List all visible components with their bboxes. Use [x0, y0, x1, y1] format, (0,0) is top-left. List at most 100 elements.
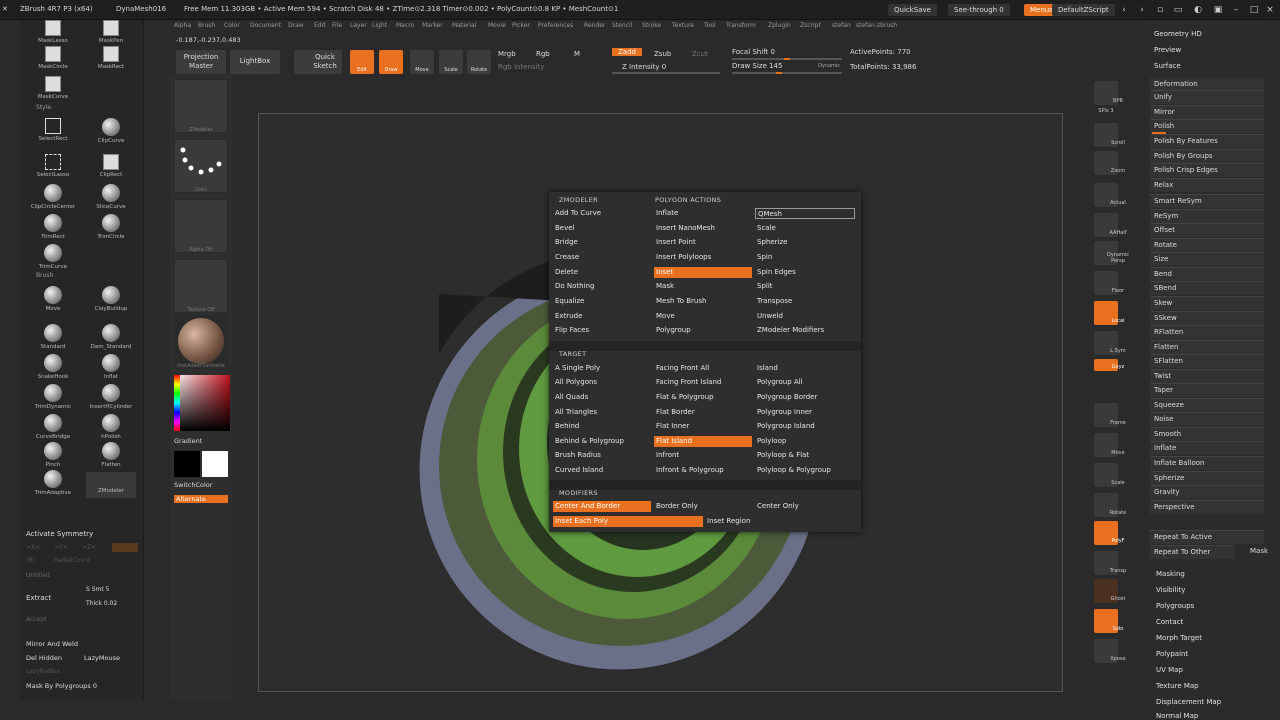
deform-gravity[interactable]: Gravity	[1150, 485, 1264, 499]
action-spin[interactable]: Spin	[755, 252, 772, 263]
action-extrude[interactable]: Extrude	[553, 311, 582, 322]
brush-snakehook[interactable]: SnakeHook	[28, 354, 78, 380]
menu-stefan-zbrush[interactable]: stefan-zbrush	[856, 22, 897, 29]
action-delete[interactable]: Delete	[553, 267, 578, 278]
symmetry-z-button[interactable]: >Z<	[82, 544, 96, 551]
quick-sketch-button[interactable]: Quick Sketch	[294, 50, 342, 74]
deform-sbend[interactable]: SBend	[1150, 281, 1264, 295]
deform-smooth[interactable]: Smooth	[1150, 427, 1264, 441]
edit-button[interactable]: Edit	[350, 50, 374, 74]
brush-pinch[interactable]: Pinch	[28, 442, 78, 468]
deform-polish-crisp-edges[interactable]: Polish Crisp Edges	[1150, 163, 1264, 177]
draw-size-slider[interactable]: Draw Size 145	[732, 62, 782, 70]
thick-slider[interactable]: Thick 0.02	[86, 600, 117, 607]
lightbox-button[interactable]: LightBox	[230, 50, 280, 74]
deform-inflate-balloon[interactable]: Inflate Balloon	[1150, 456, 1264, 470]
repeat-to-other-button[interactable]: Repeat To Other	[1150, 545, 1234, 559]
action-insert-polyloops[interactable]: Insert Polyloops	[654, 252, 711, 263]
spix-slider[interactable]: SPix 3	[1094, 108, 1118, 114]
alternate-button[interactable]: Alternate	[174, 495, 228, 503]
deform-rotate[interactable]: Rotate	[1150, 238, 1264, 252]
brush-clipcurve[interactable]: ClipCurve	[86, 118, 136, 144]
zoom-button[interactable]: Zoom	[1094, 151, 1125, 175]
brush-flatten[interactable]: Flatten	[86, 442, 136, 468]
menu-texture[interactable]: Texture	[672, 22, 694, 29]
normal-map-section[interactable]: Normal Map	[1156, 712, 1198, 720]
material-thumbnail[interactable]: matAdamTurntable	[174, 315, 228, 369]
brush-masklasso[interactable]: MaskLasso	[28, 20, 78, 44]
modifier-center-and-border[interactable]: Center And Border	[553, 501, 651, 512]
menu-marker[interactable]: Marker	[422, 22, 443, 29]
target-a-single-poly[interactable]: A Single Poly	[553, 363, 600, 374]
zmodeler-brush-thumbnail[interactable]: ZModeler	[174, 79, 228, 133]
deform-polish-by-groups[interactable]: Polish By Groups	[1150, 149, 1264, 163]
menu-transform[interactable]: Transform	[726, 22, 756, 29]
half-icon[interactable]: ◐	[1192, 4, 1204, 16]
menu-stefan[interactable]: stefan	[832, 22, 851, 29]
ghost-button[interactable]: Ghost	[1094, 579, 1125, 603]
lsym-button[interactable]: L.Sym	[1094, 331, 1126, 355]
rgb-intensity-slider[interactable]: Rgb Intensity	[498, 63, 544, 71]
target-flat-polygroup[interactable]: Flat & Polygroup	[654, 392, 714, 403]
action-spherize[interactable]: Spherize	[755, 237, 787, 248]
close-icon[interactable]: ×	[1264, 4, 1276, 16]
brush-cliprect[interactable]: ClipRect	[86, 154, 136, 178]
action-unweld[interactable]: Unweld	[755, 311, 783, 322]
action-inflate[interactable]: Inflate	[654, 208, 678, 219]
menu-movie[interactable]: Movie	[488, 22, 506, 29]
brush-dam-standard[interactable]: Dam_Standard	[86, 324, 136, 350]
masking-section[interactable]: Masking	[1156, 570, 1185, 578]
radial-count-slider[interactable]: RadialCount	[54, 557, 90, 564]
scale-view-button[interactable]: Scale	[1094, 463, 1125, 487]
texture-thumbnail[interactable]: Texture Off	[174, 259, 228, 313]
target-facing-front-all[interactable]: Facing Front All	[654, 363, 709, 374]
save-icon[interactable]: ▣	[1212, 4, 1224, 16]
secondary-color-swatch[interactable]	[174, 451, 200, 477]
deform-mirror[interactable]: Mirror	[1150, 105, 1264, 119]
deform-inflate[interactable]: Inflate	[1150, 441, 1264, 455]
menu-material[interactable]: Material	[452, 22, 476, 29]
symmetry-x-button[interactable]: >X<	[26, 544, 40, 551]
lazymouse-button[interactable]: LazyMouse	[84, 654, 120, 662]
deform-size[interactable]: Size	[1150, 252, 1264, 266]
brush-maskcurve[interactable]: MaskCurve	[28, 76, 78, 100]
deform-noise[interactable]: Noise	[1150, 412, 1264, 426]
brush-inserthcylinder[interactable]: InsertHCylinder	[86, 384, 136, 410]
modifier-inset-each-poly[interactable]: Inset Each Poly	[553, 516, 703, 527]
deform-twist[interactable]: Twist	[1150, 369, 1264, 383]
menu-stroke[interactable]: Stroke	[642, 22, 661, 29]
action-insert-point[interactable]: Insert Point	[654, 237, 696, 248]
brush-inflat[interactable]: Inflat	[86, 354, 136, 380]
xpose-button[interactable]: Xpose	[1094, 639, 1126, 663]
menu-light[interactable]: Light	[372, 22, 387, 29]
menu-picker[interactable]: Picker	[512, 22, 530, 29]
deform-unify[interactable]: Unify	[1150, 90, 1264, 104]
scale-button[interactable]: Scale	[439, 50, 463, 74]
visibility-section[interactable]: Visibility	[1156, 586, 1185, 594]
brush-slicecurve[interactable]: SliceCurve	[86, 184, 136, 210]
target-infront-polygroup[interactable]: Infront & Polygroup	[654, 465, 724, 476]
surface-button[interactable]: Surface	[1154, 62, 1181, 70]
menu-file[interactable]: File	[332, 22, 342, 29]
scroll-button[interactable]: Scroll	[1094, 123, 1125, 147]
action-split[interactable]: Split	[755, 281, 773, 292]
target-facing-front-island[interactable]: Facing Front Island	[654, 377, 721, 388]
action-move[interactable]: Move	[654, 311, 675, 322]
modifier-border-only[interactable]: Border Only	[654, 501, 698, 512]
menu-brush[interactable]: Brush	[198, 22, 215, 29]
texture-map-section[interactable]: Texture Map	[1156, 682, 1199, 690]
brush-maskpen[interactable]: MaskPen	[86, 20, 136, 44]
maximize-icon[interactable]: □	[1248, 4, 1260, 16]
brush-claybuildup[interactable]: ClayBuildup	[86, 286, 136, 312]
switchcolor-button[interactable]: SwitchColor	[174, 481, 212, 489]
symmetry-y-button[interactable]: >Y<	[54, 544, 68, 551]
menu-layer[interactable]: Layer	[350, 22, 367, 29]
action-transpose[interactable]: Transpose	[755, 296, 792, 307]
z-intensity-slider[interactable]: Z Intensity 0	[622, 63, 666, 71]
deform-polish-by-features[interactable]: Polish By Features	[1150, 134, 1264, 148]
deform-sskew[interactable]: SSkew	[1150, 311, 1264, 325]
target-flat-island[interactable]: Flat Island	[654, 436, 752, 447]
action-mesh-to-brush[interactable]: Mesh To Brush	[654, 296, 706, 307]
action-inset[interactable]: Inset	[654, 267, 752, 278]
color-picker[interactable]	[174, 375, 230, 431]
